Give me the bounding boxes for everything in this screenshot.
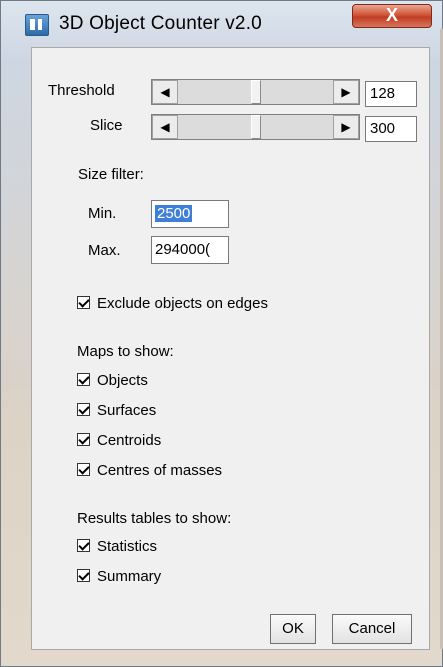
map-objects-checkbox[interactable]: Objects [77,372,148,394]
title-bar[interactable]: 3D Object Counter v2.0 X [1,1,442,47]
window-title: 3D Object Counter v2.0 [59,13,262,34]
checkbox-check-icon [77,372,90,386]
min-size-field[interactable]: 2500 [151,200,229,228]
map-centroids-checkbox[interactable]: Centroids [77,432,161,454]
results-heading: Results tables to show: [77,510,232,527]
map-surfaces-label: Surfaces [97,402,157,419]
threshold-value-field[interactable]: 128 [365,81,417,107]
checkbox-check-icon [77,295,90,309]
map-centres-of-masses-checkbox[interactable]: Centres of masses [77,462,222,484]
slice-right-arrow-icon[interactable]: ▶ [333,115,359,139]
exclude-edges-checkbox[interactable]: Exclude objects on edges [77,295,268,317]
min-size-value: 2500 [155,205,193,222]
checkbox-check-icon [77,538,90,552]
checkbox-check-icon [77,568,90,582]
close-button[interactable]: X [352,4,432,28]
exclude-edges-label: Exclude objects on edges [97,295,268,312]
imagej-app-icon [25,14,49,36]
threshold-left-arrow-icon[interactable]: ◀ [152,80,178,104]
checkbox-check-icon [77,432,90,446]
cancel-button[interactable]: Cancel [332,614,412,644]
map-surfaces-checkbox[interactable]: Surfaces [77,402,156,424]
slice-label: Slice [90,117,123,134]
max-label: Max. [88,242,121,259]
dialog-window: 3D Object Counter v2.0 X Threshold ◀ ▶ 1… [0,0,443,667]
close-icon: X [385,5,398,25]
slice-slider[interactable]: ◀ ▶ [151,114,360,140]
map-objects-label: Objects [97,372,148,389]
threshold-slider[interactable]: ◀ ▶ [151,79,360,105]
results-statistics-label: Statistics [97,538,158,555]
slice-value-field[interactable]: 300 [365,116,417,142]
slice-left-arrow-icon[interactable]: ◀ [152,115,178,139]
slice-slider-thumb[interactable] [250,115,261,139]
map-centroids-label: Centroids [97,432,162,449]
checkbox-check-icon [77,462,90,476]
size-filter-heading: Size filter: [78,166,144,183]
max-size-field[interactable]: 294000( [151,236,229,264]
threshold-label: Threshold [48,82,115,99]
results-summary-checkbox[interactable]: Summary [77,568,161,590]
results-summary-label: Summary [97,568,162,585]
threshold-right-arrow-icon[interactable]: ▶ [333,80,359,104]
ok-button[interactable]: OK [270,614,316,644]
map-centres-of-masses-label: Centres of masses [97,462,223,479]
checkbox-check-icon [77,402,90,416]
maps-heading: Maps to show: [77,343,174,360]
threshold-slider-thumb[interactable] [250,80,261,104]
min-label: Min. [88,205,117,222]
results-statistics-checkbox[interactable]: Statistics [77,538,157,560]
dialog-content: Threshold ◀ ▶ 128 Slice ◀ ▶ 300 Size fil… [31,47,430,650]
